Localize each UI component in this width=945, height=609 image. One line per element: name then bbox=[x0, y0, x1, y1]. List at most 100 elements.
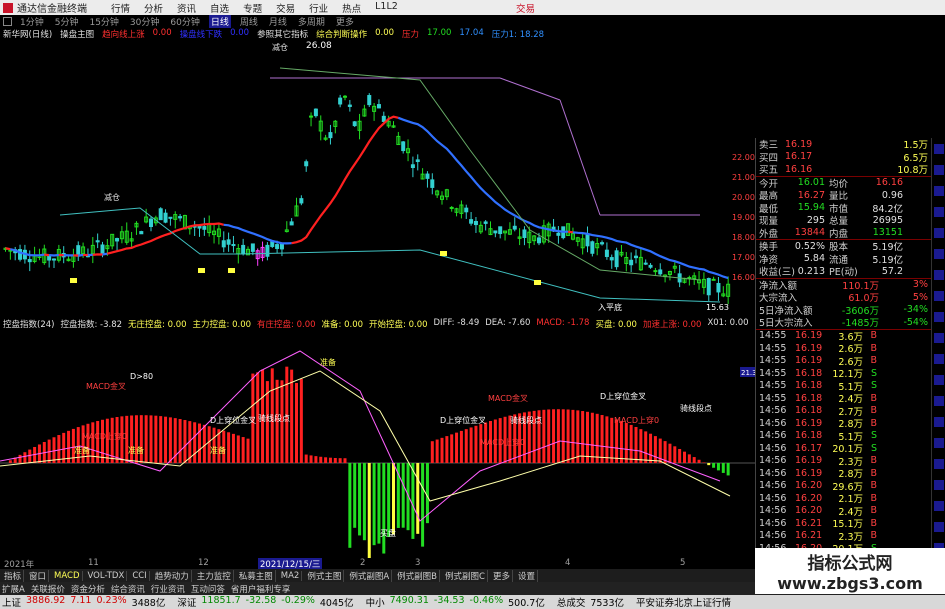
indicator-tab[interactable]: 窗口 bbox=[27, 569, 50, 582]
main-candlestick-chart[interactable]: 26.08减仓减仓入平底 15.6322.0021.0020.0019.0018.… bbox=[0, 40, 755, 312]
menu-item[interactable]: 交易 bbox=[276, 1, 295, 15]
indicator-value: 趋向线上涨 bbox=[102, 30, 145, 40]
price-tick: 19.00 bbox=[732, 213, 755, 222]
side-tool-icon[interactable] bbox=[934, 207, 944, 217]
menu-item[interactable]: 专题 bbox=[243, 1, 262, 15]
side-tool-icon[interactable] bbox=[934, 291, 944, 301]
tick-time: 14:56 bbox=[759, 505, 787, 517]
extension-tab[interactable]: 省用户福利专享 bbox=[231, 583, 291, 595]
index-item[interactable]: 中小 7490.31 -34.53 -0.46% 500.7亿 bbox=[366, 595, 545, 609]
macd-bar bbox=[231, 433, 235, 463]
candlestick bbox=[614, 247, 619, 270]
candlestick bbox=[241, 238, 246, 256]
candlestick bbox=[561, 226, 566, 240]
side-tool-icon[interactable] bbox=[934, 270, 944, 280]
tick-time: 14:56 bbox=[759, 442, 787, 454]
extension-tab[interactable]: 关联报价 bbox=[31, 583, 65, 595]
side-tool-icon[interactable] bbox=[934, 396, 944, 406]
side-tool-icon[interactable] bbox=[934, 165, 944, 175]
index-item[interactable]: 平安证券北京上证行情 bbox=[636, 595, 731, 609]
indicator-tab[interactable]: CCI bbox=[130, 570, 150, 581]
side-tool-icon[interactable] bbox=[934, 249, 944, 259]
period-button[interactable]: 周线 bbox=[238, 15, 260, 28]
indicator-tab[interactable]: 主力监控 bbox=[195, 569, 234, 582]
indicator-tab[interactable]: MA2 bbox=[279, 570, 303, 581]
side-tool-icon[interactable] bbox=[934, 417, 944, 427]
extension-tab[interactable]: 综合资讯 bbox=[111, 583, 145, 595]
candlestick bbox=[604, 242, 609, 260]
candlestick bbox=[139, 230, 144, 235]
stat-row: 外盘 13844 内盘 13151 bbox=[756, 227, 931, 240]
candlestick bbox=[663, 274, 668, 283]
macd-bar bbox=[362, 463, 366, 541]
macd-bar bbox=[629, 424, 633, 463]
menu-item[interactable]: L1L2 bbox=[375, 1, 398, 15]
indicator-tab[interactable]: 趋势动力 bbox=[153, 569, 192, 582]
menu-item[interactable]: 分析 bbox=[144, 1, 163, 15]
side-tool-icon[interactable] bbox=[934, 375, 944, 385]
index-item[interactable]: 深证 11851.7 -32.58 -0.29% 4045亿 bbox=[177, 595, 353, 609]
period-button[interactable]: 60分钟 bbox=[168, 15, 201, 28]
indicator-value: 控盘指数: -3.82 bbox=[60, 320, 123, 330]
period-button[interactable]: 15分钟 bbox=[87, 15, 120, 28]
period-button[interactable]: 多周期 bbox=[296, 15, 327, 28]
macd-bar bbox=[319, 456, 323, 463]
candlestick bbox=[667, 270, 672, 281]
candlestick bbox=[454, 207, 459, 217]
period-button[interactable]: 5分钟 bbox=[53, 15, 81, 28]
trade-link[interactable]: 交易 bbox=[516, 1, 535, 15]
extension-tab[interactable]: 资金分析 bbox=[71, 583, 105, 595]
side-toolbar bbox=[931, 138, 945, 569]
side-tool-icon[interactable] bbox=[934, 354, 944, 364]
side-tool-icon[interactable] bbox=[934, 144, 944, 154]
side-tool-icon[interactable] bbox=[934, 186, 944, 196]
side-tool-icon[interactable] bbox=[934, 333, 944, 343]
menu-item[interactable]: 热点 bbox=[342, 1, 361, 15]
tick-side: B bbox=[870, 492, 877, 504]
indicator-tab[interactable]: 例式副图A bbox=[347, 569, 393, 582]
side-tool-icon[interactable] bbox=[934, 501, 944, 511]
stat-value: 5.84 bbox=[803, 253, 825, 265]
side-tool-icon[interactable] bbox=[934, 438, 944, 448]
period-button[interactable]: 30分钟 bbox=[128, 15, 161, 28]
side-tool-icon[interactable] bbox=[934, 459, 944, 469]
menu-item[interactable]: 行业 bbox=[309, 1, 328, 15]
indicator-tab[interactable]: 例式副图C bbox=[443, 569, 488, 582]
indicator-tab[interactable]: 例式主图 bbox=[305, 569, 345, 582]
macd-bar bbox=[576, 410, 580, 463]
macd-bar bbox=[338, 458, 342, 463]
period-button[interactable]: 日线 bbox=[208, 15, 231, 28]
extension-tab[interactable]: 互动问答 bbox=[191, 583, 225, 595]
side-tool-icon[interactable] bbox=[934, 522, 944, 532]
period-button[interactable]: 1分钟 bbox=[18, 15, 46, 28]
macd-bar bbox=[159, 416, 163, 463]
extension-tab[interactable]: 行业资讯 bbox=[151, 583, 185, 595]
quote-panel: 卖三 16.19 1.5万 买四 16.17 6.5万 买五 16.16 10.8万 今开 16.… bbox=[755, 138, 931, 580]
indicator-tab[interactable]: 更多 bbox=[491, 569, 513, 582]
candlestick bbox=[207, 215, 212, 237]
indicator-tab[interactable]: 私募主图 bbox=[237, 569, 276, 582]
period-button[interactable]: 更多 bbox=[334, 15, 356, 28]
side-tool-icon[interactable] bbox=[934, 228, 944, 238]
order-book-row: 买五 16.16 10.8万 bbox=[756, 163, 931, 177]
period-button[interactable]: 月线 bbox=[267, 15, 289, 28]
index-item[interactable]: 总成交 7533亿 bbox=[557, 595, 624, 609]
candlestick bbox=[284, 221, 289, 233]
downtrend-line bbox=[102, 252, 108, 256]
index-item[interactable]: 上证 3886.92 7.11 0.23% 3488亿 bbox=[2, 595, 165, 609]
indicator-tab[interactable]: 例式副图B bbox=[395, 569, 440, 582]
extension-tab[interactable]: 扩展A bbox=[2, 583, 25, 595]
indicator-tab[interactable]: 设置 bbox=[516, 569, 538, 582]
side-tool-icon[interactable] bbox=[934, 480, 944, 490]
menu-item[interactable]: 自选 bbox=[210, 1, 229, 15]
indicator-tab[interactable]: 指标 bbox=[2, 569, 25, 582]
layout-toggle-icon[interactable] bbox=[3, 17, 12, 26]
menu-item[interactable]: 资讯 bbox=[177, 1, 196, 15]
indicator-tab[interactable]: VOL-TDX bbox=[86, 570, 128, 581]
macd-sub-chart[interactable]: MACD金叉MACD上穿0D上穿位金叉 骑线段点 D上穿位金叉MACD金叉MACD上… bbox=[0, 331, 755, 558]
index-name: 中小 bbox=[365, 598, 385, 609]
app-logo-icon bbox=[3, 2, 13, 13]
menu-item[interactable]: 行情 bbox=[111, 1, 130, 15]
indicator-tab[interactable]: MACD bbox=[52, 570, 83, 581]
side-tool-icon[interactable] bbox=[934, 312, 944, 322]
